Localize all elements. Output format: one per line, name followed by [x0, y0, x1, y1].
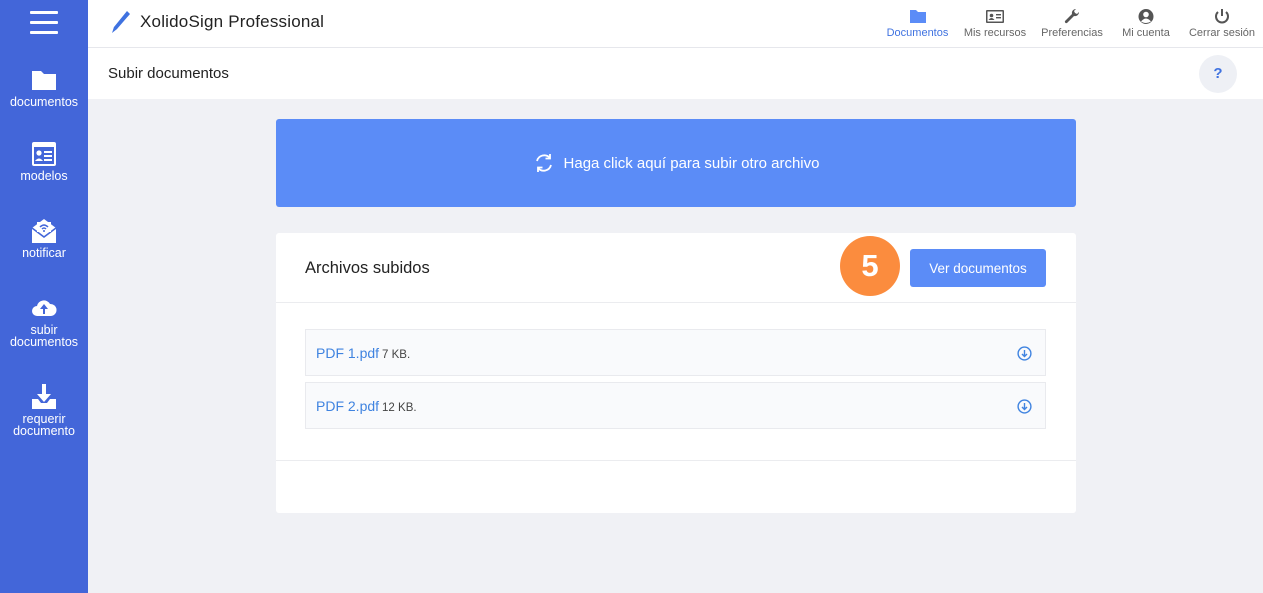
template-icon	[32, 142, 56, 166]
sidebar-item-label: subir documentos	[9, 323, 79, 349]
sidebar-item-notificar[interactable]: notificar	[0, 217, 88, 259]
top-nav-cerrar-sesion[interactable]: Cerrar sesión	[1181, 0, 1263, 48]
download-icon[interactable]	[1017, 346, 1032, 361]
id-card-icon	[986, 10, 1004, 23]
sidebar-item-requerir-documento[interactable]: requerir documento	[0, 383, 88, 437]
file-name[interactable]: PDF 2.pdf	[316, 398, 379, 414]
top-nav-preferencias[interactable]: Preferencias	[1033, 0, 1111, 48]
sidebar-item-label: requerir documento	[13, 412, 75, 438]
user-icon	[1138, 9, 1154, 24]
ver-documentos-button[interactable]: Ver documentos	[910, 249, 1046, 287]
refresh-icon	[535, 154, 552, 172]
sidebar-item-subir-documentos[interactable]: subir documentos	[0, 294, 88, 348]
upload-banner-label: Haga click aquí para subir otro archivo	[563, 154, 820, 172]
file-size: 12 KB.	[382, 402, 417, 414]
help-button[interactable]: ?	[1199, 55, 1237, 93]
download-icon[interactable]	[1017, 399, 1032, 414]
file-size: 7 KB.	[382, 349, 411, 361]
sidebar-item-documentos[interactable]: documentos	[0, 66, 88, 108]
sidebar-item-label: notificar	[22, 246, 66, 260]
card-header: Archivos subidos 5 Ver documentos	[276, 233, 1076, 303]
top-nav-documentos[interactable]: Documentos	[878, 0, 957, 48]
uploaded-files-card: Archivos subidos 5 Ver documentos PDF 1.…	[276, 233, 1076, 513]
hamburger-icon[interactable]	[30, 11, 58, 35]
top-nav-label: Preferencias	[1041, 27, 1103, 39]
notify-mail-icon	[31, 219, 57, 243]
upload-another-file-button[interactable]: Haga click aquí para subir otro archivo	[276, 119, 1076, 207]
subheader: Subir documentos ?	[88, 48, 1263, 99]
top-nav-mis-recursos[interactable]: Mis recursos	[957, 0, 1033, 48]
card-title: Archivos subidos	[305, 259, 430, 277]
inbox-download-icon	[32, 384, 56, 409]
cloud-upload-icon	[32, 300, 57, 316]
top-nav-label: Mis recursos	[963, 27, 1027, 39]
folder-icon	[32, 71, 56, 90]
sidebar-item-label: documentos	[9, 95, 79, 109]
top-bar: XolidoSign Professional Documentos Mis r…	[88, 0, 1263, 48]
sidebar-item-label: modelos	[20, 169, 68, 183]
brand[interactable]: XolidoSign Professional	[110, 9, 324, 35]
file-name[interactable]: PDF 1.pdf	[316, 345, 379, 361]
file-link[interactable]: PDF 2.pdf 12 KB.	[316, 398, 417, 414]
top-nav-label: Documentos	[886, 27, 949, 39]
top-nav-label: Mi cuenta	[1122, 27, 1170, 39]
step-badge: 5	[840, 236, 900, 296]
folder-icon	[909, 10, 926, 23]
sidebar-item-modelos[interactable]: modelos	[0, 140, 88, 182]
pen-icon	[112, 11, 130, 33]
top-nav-label: Cerrar sesión	[1188, 27, 1256, 39]
power-icon	[1215, 9, 1229, 24]
page-title: Subir documentos	[108, 65, 229, 82]
top-nav-mi-cuenta[interactable]: Mi cuenta	[1111, 0, 1181, 48]
brand-title: XolidoSign Professional	[140, 12, 325, 31]
file-link[interactable]: PDF 1.pdf 7 KB.	[316, 345, 410, 361]
file-row: PDF 1.pdf 7 KB.	[305, 329, 1046, 376]
sidebar: documentos modelos notificar subir docum…	[0, 0, 88, 593]
top-nav: Documentos Mis recursos Preferencias Mi …	[878, 0, 1263, 48]
wrench-icon	[1064, 8, 1080, 24]
card-divider	[276, 460, 1076, 461]
file-row: PDF 2.pdf 12 KB.	[305, 382, 1046, 429]
